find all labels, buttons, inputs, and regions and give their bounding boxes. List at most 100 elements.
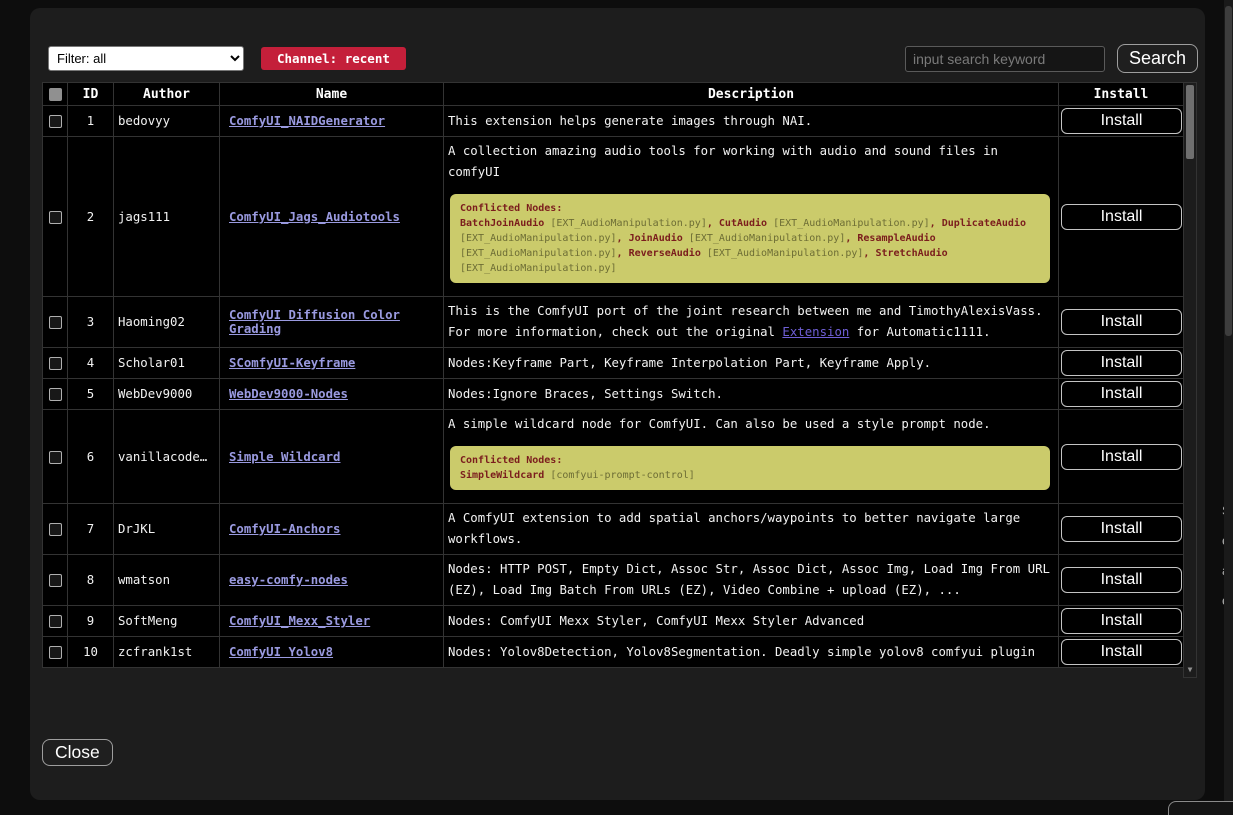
row-checkbox-cell xyxy=(43,606,68,637)
row-checkbox[interactable] xyxy=(49,115,62,128)
row-name-link[interactable]: Simple Wildcard xyxy=(229,450,340,464)
row-id: 2 xyxy=(68,137,114,297)
row-description: A simple wildcard node for ComfyUI. Can … xyxy=(448,414,1052,435)
page-background: Filter: all Channel: recent Search ID A xyxy=(0,0,1233,815)
conflict-list: BatchJoinAudio [EXT_AudioManipulation.py… xyxy=(460,218,1026,274)
row-author: Haoming02 xyxy=(114,297,220,348)
row-author: wmatson xyxy=(114,555,220,606)
row-checkbox[interactable] xyxy=(49,451,62,464)
row-id: 9 xyxy=(68,606,114,637)
row-checkbox[interactable] xyxy=(49,574,62,587)
search-input[interactable] xyxy=(905,46,1105,72)
table-scrollbar-thumb[interactable] xyxy=(1186,85,1194,159)
custom-nodes-dialog: Filter: all Channel: recent Search ID A xyxy=(30,8,1205,800)
description-link[interactable]: Extension xyxy=(782,325,849,339)
header-checkbox-cell xyxy=(43,83,68,106)
nodes-table-container: ID Author Name Description Install 1 bed… xyxy=(42,82,1197,679)
conflict-node-name: DuplicateAudio xyxy=(942,218,1026,229)
row-author: Scholar01 xyxy=(114,348,220,379)
conflict-node-source: [EXT_AudioManipulation.py] xyxy=(460,263,617,274)
row-name-link[interactable]: ComfyUI Diffusion Color Grading xyxy=(229,308,400,336)
conflict-node-name: BatchJoinAudio xyxy=(460,218,544,229)
conflict-node-name: StretchAudio xyxy=(875,248,947,259)
table-row: 9 SoftMeng ComfyUI_Mexx_Styler Nodes: Co… xyxy=(43,606,1184,637)
row-description: Nodes:Ignore Braces, Settings Switch. xyxy=(448,384,1052,405)
row-checkbox-cell xyxy=(43,137,68,297)
row-author: vanillacode… xyxy=(114,410,220,504)
install-button[interactable]: Install xyxy=(1061,309,1182,335)
install-button[interactable]: Install xyxy=(1061,204,1182,230)
scroll-down-arrow-icon[interactable]: ▼ xyxy=(1184,664,1196,676)
row-description: This extension helps generate images thr… xyxy=(448,111,1052,132)
install-button[interactable]: Install xyxy=(1061,567,1182,593)
header-name: Name xyxy=(220,83,444,106)
row-checkbox[interactable] xyxy=(49,615,62,628)
table-row: 2 jags111 ComfyUI_Jags_Audiotools A coll… xyxy=(43,137,1184,297)
row-id: 4 xyxy=(68,348,114,379)
conflict-node-source: [comfyui-prompt-control] xyxy=(544,470,695,481)
row-checkbox[interactable] xyxy=(49,646,62,659)
row-description: Nodes: Yolov8Detection, Yolov8Segmentati… xyxy=(448,642,1052,663)
row-checkbox[interactable] xyxy=(49,316,62,329)
table-row: 7 DrJKL ComfyUI-Anchors A ComfyUI extens… xyxy=(43,504,1184,555)
row-author: jags111 xyxy=(114,137,220,297)
close-button[interactable]: Close xyxy=(42,739,113,766)
install-button[interactable]: Install xyxy=(1061,108,1182,134)
install-button[interactable]: Install xyxy=(1061,350,1182,376)
row-checkbox[interactable] xyxy=(49,211,62,224)
table-scrollbar[interactable]: ▼ xyxy=(1183,82,1197,678)
row-name-link[interactable]: ComfyUI_NAIDGenerator xyxy=(229,114,385,128)
row-name-link[interactable]: ComfyUI_Jags_Audiotools xyxy=(229,210,400,224)
row-checkbox-cell xyxy=(43,637,68,668)
nodes-table: ID Author Name Description Install 1 bed… xyxy=(42,82,1184,668)
row-description: Nodes:Keyframe Part, Keyframe Interpolat… xyxy=(448,353,1052,374)
row-name-link[interactable]: easy-comfy-nodes xyxy=(229,573,348,587)
row-author: SoftMeng xyxy=(114,606,220,637)
row-id: 1 xyxy=(68,106,114,137)
install-button[interactable]: Install xyxy=(1061,516,1182,542)
conflict-node-source: [EXT_AudioManipulation.py] xyxy=(701,248,864,259)
install-button[interactable]: Install xyxy=(1061,381,1182,407)
conflict-node-name: JoinAudio xyxy=(629,233,683,244)
conflict-box: Conflicted Nodes: BatchJoinAudio [EXT_Au… xyxy=(450,194,1050,283)
row-name-link[interactable]: ComfyUI Yolov8 xyxy=(229,645,333,659)
row-checkbox[interactable] xyxy=(49,357,62,370)
select-all-checkbox[interactable] xyxy=(49,88,62,101)
row-name-link[interactable]: WebDev9000-Nodes xyxy=(229,387,348,401)
table-row: 5 WebDev9000 WebDev9000-Nodes Nodes:Igno… xyxy=(43,379,1184,410)
row-name-link[interactable]: ComfyUI-Anchors xyxy=(229,522,340,536)
header-install: Install xyxy=(1059,83,1184,106)
row-checkbox-cell xyxy=(43,410,68,504)
page-scrollbar-thumb[interactable] xyxy=(1225,6,1232,336)
install-button[interactable]: Install xyxy=(1061,444,1182,470)
table-row: 4 Scholar01 SComfyUI-Keyframe Nodes:Keyf… xyxy=(43,348,1184,379)
row-id: 3 xyxy=(68,297,114,348)
header-description: Description xyxy=(444,83,1059,106)
row-author: bedovyy xyxy=(114,106,220,137)
row-id: 5 xyxy=(68,379,114,410)
row-checkbox[interactable] xyxy=(49,388,62,401)
install-button[interactable]: Install xyxy=(1061,639,1182,665)
table-row: 10 zcfrank1st ComfyUI Yolov8 Nodes: Yolo… xyxy=(43,637,1184,668)
table-row: 8 wmatson easy-comfy-nodes Nodes: HTTP P… xyxy=(43,555,1184,606)
conflict-node-source: [EXT_AudioManipulation.py] xyxy=(460,233,617,244)
table-header-row: ID Author Name Description Install xyxy=(43,83,1184,106)
filter-select[interactable]: Filter: all xyxy=(48,46,244,71)
page-scrollbar[interactable] xyxy=(1224,0,1233,815)
conflict-title: Conflicted Nodes: xyxy=(460,201,1040,216)
row-name-link[interactable]: SComfyUI-Keyframe xyxy=(229,356,355,370)
row-checkbox-cell xyxy=(43,379,68,410)
search-button[interactable]: Search xyxy=(1117,44,1198,73)
header-author: Author xyxy=(114,83,220,106)
row-id: 7 xyxy=(68,504,114,555)
install-button[interactable]: Install xyxy=(1061,608,1182,634)
row-author: DrJKL xyxy=(114,504,220,555)
row-name-link[interactable]: ComfyUI_Mexx_Styler xyxy=(229,614,370,628)
conflict-node-name: ResampleAudio xyxy=(857,233,935,244)
conflict-node-source: [EXT_AudioManipulation.py] xyxy=(460,248,617,259)
conflict-node-name: CutAudio xyxy=(719,218,767,229)
row-checkbox-cell xyxy=(43,297,68,348)
row-checkbox[interactable] xyxy=(49,523,62,536)
row-author: zcfrank1st xyxy=(114,637,220,668)
partial-corner-button[interactable] xyxy=(1168,801,1233,815)
